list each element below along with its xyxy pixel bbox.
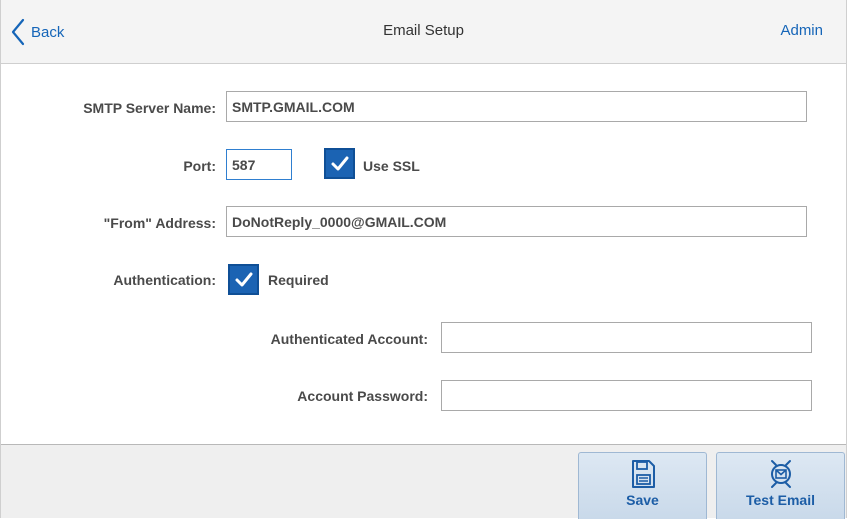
smtp-server-input[interactable]: [226, 91, 807, 122]
header-bar: Back Email Setup Admin: [1, 0, 846, 64]
save-button[interactable]: Save: [578, 452, 707, 519]
save-label: Save: [626, 492, 659, 508]
user-menu-link[interactable]: Admin: [780, 22, 823, 39]
footer-toolbar: Save Test Email: [1, 444, 846, 519]
page-title: Email Setup: [383, 22, 464, 39]
checkmark-icon: [331, 156, 348, 170]
account-password-label: Account Password:: [297, 388, 428, 404]
authenticated-account-label: Authenticated Account:: [270, 331, 428, 347]
port-label: Port:: [183, 158, 216, 174]
test-email-label: Test Email: [746, 492, 815, 508]
from-address-label: "From" Address:: [103, 215, 216, 231]
auth-required-label: Required: [268, 272, 329, 288]
port-input[interactable]: [226, 149, 292, 180]
smtp-server-label: SMTP Server Name:: [83, 100, 216, 116]
auth-required-checkbox[interactable]: [228, 264, 259, 295]
test-email-button[interactable]: Test Email: [716, 452, 845, 519]
use-ssl-label: Use SSL: [363, 158, 420, 174]
from-address-input[interactable]: [226, 206, 807, 237]
floppy-disk-icon: [631, 460, 655, 488]
use-ssl-checkbox[interactable]: [324, 148, 355, 179]
authentication-label: Authentication:: [113, 272, 216, 288]
email-setup-screen: Back Email Setup Admin SMTP Server Name:…: [0, 0, 847, 519]
envelope-target-icon: [770, 460, 791, 488]
authenticated-account-input[interactable]: [441, 322, 812, 353]
checkmark-icon: [235, 272, 252, 286]
account-password-input[interactable]: [441, 380, 812, 411]
